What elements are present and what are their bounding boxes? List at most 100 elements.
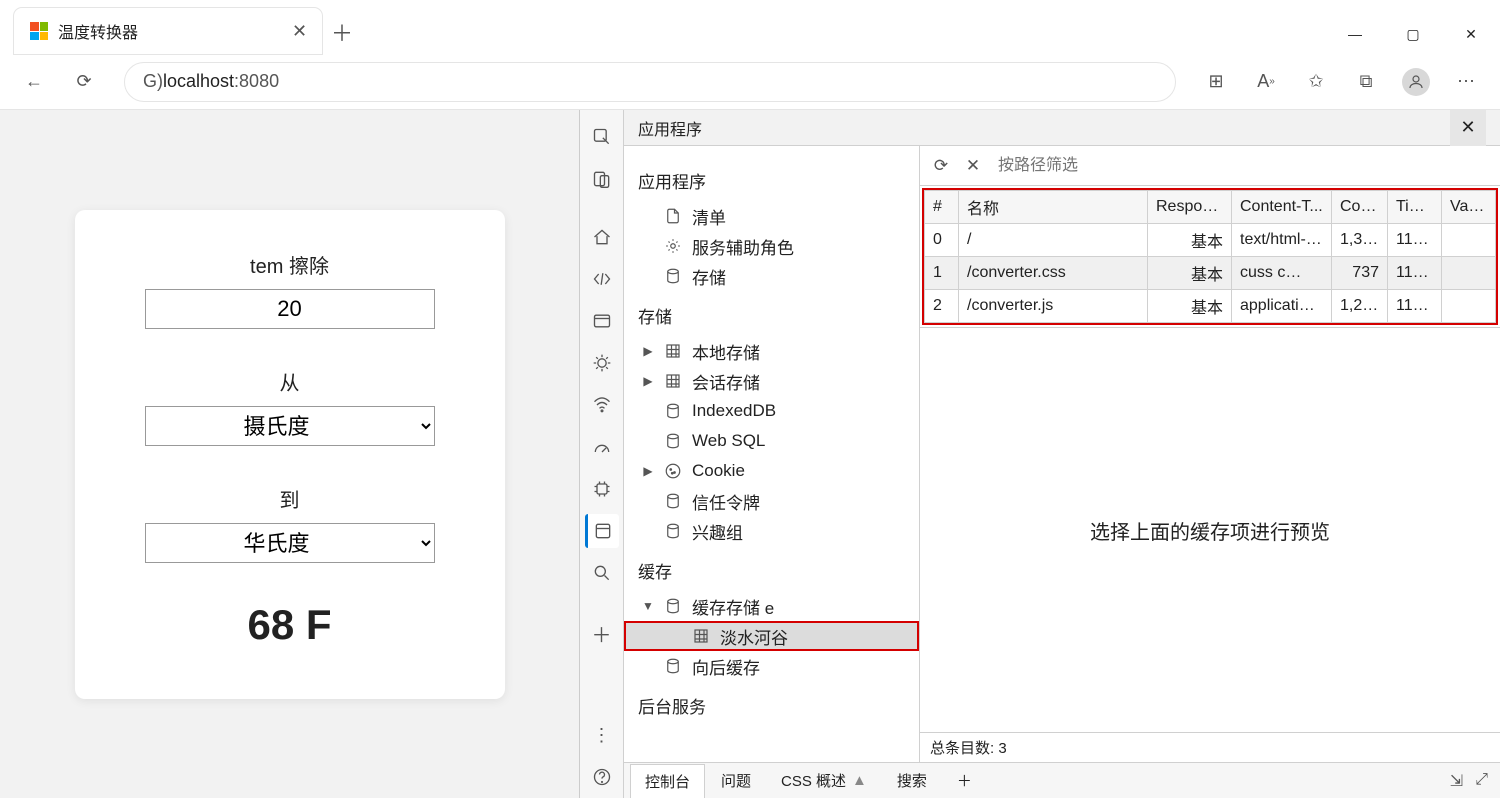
tree-item-local-storage[interactable]: ▶本地存储 [624, 336, 919, 366]
address-bar[interactable]: G) localhost :8080 [124, 62, 1176, 102]
tree-item-service-workers[interactable]: 服务辅助角色 [624, 231, 919, 261]
tree-item-session-storage[interactable]: ▶会话存储 [624, 366, 919, 396]
tree-item-indexeddb[interactable]: IndexedDB [624, 396, 919, 426]
add-panel-icon[interactable]: ＋ [585, 616, 619, 650]
to-label: 到 [103, 484, 477, 513]
status-bar: 总条目数: 3 [920, 732, 1500, 762]
inspect-icon[interactable] [585, 120, 619, 154]
close-window-button[interactable]: ✕ [1442, 14, 1500, 54]
security-icon[interactable] [585, 556, 619, 590]
memory-icon[interactable] [585, 472, 619, 506]
col-index[interactable]: # [925, 191, 959, 224]
window-titlebar: 温度转换器 ✕ ＋ — ▢ ✕ [0, 0, 1500, 54]
extensions-icon[interactable]: ⊞ [1196, 62, 1236, 102]
tree-item-cache-entry-selected[interactable]: 淡水河谷 [624, 621, 919, 651]
devtools: ＋ ⋮ 应用程序 ✕ 应用程序 清单 服务辅助角色 存储 存储 ▶本地存储 [579, 110, 1500, 798]
col-vary[interactable]: Vary... [1442, 191, 1496, 224]
elements-icon[interactable] [585, 220, 619, 254]
refresh-detail-icon[interactable]: ⟳ [930, 156, 952, 176]
preview-message: 选择上面的缓存项进行预览 [920, 327, 1500, 732]
to-select[interactable]: 华氏度 [145, 523, 435, 563]
favicon-ms-logo [30, 22, 48, 40]
temperature-input[interactable] [145, 289, 435, 329]
application-icon[interactable] [585, 514, 619, 548]
detail-toolbar: ⟳ ✕ [920, 146, 1500, 186]
browser-tab[interactable]: 温度转换器 ✕ [14, 8, 322, 54]
col-content-length[interactable]: Con... [1332, 191, 1388, 224]
tree-section-bg: 后台服务 [624, 681, 919, 726]
debugger-icon[interactable] [585, 346, 619, 380]
help-icon[interactable] [585, 760, 619, 794]
application-tree[interactable]: 应用程序 清单 服务辅助角色 存储 存储 ▶本地存储 ▶会话存储 Indexed… [624, 146, 920, 762]
panel-header: 应用程序 ✕ [624, 110, 1500, 146]
tree-item-cache-storage[interactable]: ▼缓存存储 e [624, 591, 919, 621]
from-select[interactable]: 摄氏度 [145, 406, 435, 446]
close-devtools-button[interactable]: ✕ [1450, 110, 1486, 146]
col-response[interactable]: Respons... [1148, 191, 1232, 224]
console-icon[interactable] [585, 262, 619, 296]
settings-menu-button[interactable]: ⋯ [1446, 62, 1486, 102]
favorites-icon[interactable]: ✩ [1296, 62, 1336, 102]
tree-item-trust-tokens[interactable]: 信任令牌 [624, 486, 919, 516]
tree-item-storage[interactable]: 存储 [624, 261, 919, 291]
browser-toolbar: ← ⟳ G) localhost :8080 ⊞ A» ✩ ⧉ ⋯ [0, 54, 1500, 110]
maximize-button[interactable]: ▢ [1384, 14, 1442, 54]
tree-item-cookies[interactable]: ▶Cookie [624, 456, 919, 486]
table-row[interactable]: 2/converter.js基本applicatio…1,28211/2... [925, 290, 1496, 323]
devtools-tab-strip: ＋ ⋮ [580, 110, 624, 798]
new-tab-button[interactable]: ＋ [322, 16, 362, 54]
sources-icon[interactable] [585, 304, 619, 338]
devtools-drawer: 控制台 问题 CSS 概述▲ 搜索 ＋ ⇲ ⤢ [624, 762, 1500, 798]
network-icon[interactable] [585, 388, 619, 422]
application-panel: 应用程序 ✕ 应用程序 清单 服务辅助角色 存储 存储 ▶本地存储 ▶会话存储 … [624, 110, 1500, 798]
tree-section-storage: 存储 [624, 291, 919, 336]
drawer-tab-css-overview[interactable]: CSS 概述▲ [767, 764, 881, 797]
clear-detail-icon[interactable]: ✕ [962, 156, 984, 176]
window-controls: — ▢ ✕ [1326, 14, 1500, 54]
cache-table[interactable]: # 名称 Respons... Content-T... Con... Tim.… [924, 190, 1496, 323]
address-prefix: G) [143, 71, 163, 92]
more-tools-icon[interactable]: ⋮ [585, 718, 619, 752]
cache-detail: ⟳ ✕ # 名称 Respons... Content-T... [920, 146, 1500, 762]
tree-item-interest-groups[interactable]: 兴趣组 [624, 516, 919, 546]
table-row[interactable]: 1/converter.css基本cuss c…73711/2... [925, 257, 1496, 290]
drawer-icon-2[interactable]: ⤢ [1475, 771, 1488, 791]
device-icon[interactable] [585, 162, 619, 196]
tree-item-back-forward-cache[interactable]: 向后缓存 [624, 651, 919, 681]
drawer-tab-issues[interactable]: 问题 [707, 764, 765, 797]
col-name[interactable]: 名称 [959, 191, 1148, 224]
tree-section-app: 应用程序 [624, 156, 919, 201]
address-port: :8080 [234, 71, 279, 92]
minimize-button[interactable]: — [1326, 14, 1384, 54]
converter-card: tem 擦除 从 摄氏度 到 华氏度 68 F [75, 210, 505, 699]
col-content-type[interactable]: Content-T... [1232, 191, 1332, 224]
drawer-icon-1[interactable]: ⇲ [1450, 771, 1463, 791]
cache-table-area: # 名称 Respons... Content-T... Con... Tim.… [922, 188, 1498, 325]
drawer-tab-console[interactable]: 控制台 [630, 764, 705, 798]
tab-title: 温度转换器 [58, 19, 282, 43]
tree-item-websql[interactable]: Web SQL [624, 426, 919, 456]
tree-item-manifest[interactable]: 清单 [624, 201, 919, 231]
table-row[interactable]: 0/基本text/html- …1,39711/2... [925, 224, 1496, 257]
close-tab-icon[interactable]: ✕ [292, 21, 306, 42]
input-label: tem 擦除 [103, 250, 477, 279]
status-label: 总条目数: [930, 740, 994, 757]
read-aloud-icon[interactable]: A» [1246, 62, 1286, 102]
result-value: 68 F [103, 601, 477, 649]
rendered-page: tem 擦除 从 摄氏度 到 华氏度 68 F [0, 110, 579, 798]
drawer-add-tab[interactable]: ＋ [943, 764, 986, 797]
address-host: localhost [163, 71, 234, 92]
tree-section-cache: 缓存 [624, 546, 919, 591]
collections-icon[interactable]: ⧉ [1346, 62, 1386, 102]
status-count: 3 [998, 740, 1006, 757]
drawer-tab-search[interactable]: 搜索 [883, 764, 941, 797]
col-time[interactable]: Tim... [1388, 191, 1442, 224]
from-label: 从 [103, 367, 477, 396]
path-filter-input[interactable] [994, 153, 1209, 179]
refresh-button[interactable]: ⟳ [64, 62, 104, 102]
performance-icon[interactable] [585, 430, 619, 464]
profile-button[interactable] [1396, 62, 1436, 102]
panel-title: 应用程序 [638, 116, 702, 140]
main-area: tem 擦除 从 摄氏度 到 华氏度 68 F [0, 110, 1500, 798]
back-button[interactable]: ← [14, 62, 54, 102]
